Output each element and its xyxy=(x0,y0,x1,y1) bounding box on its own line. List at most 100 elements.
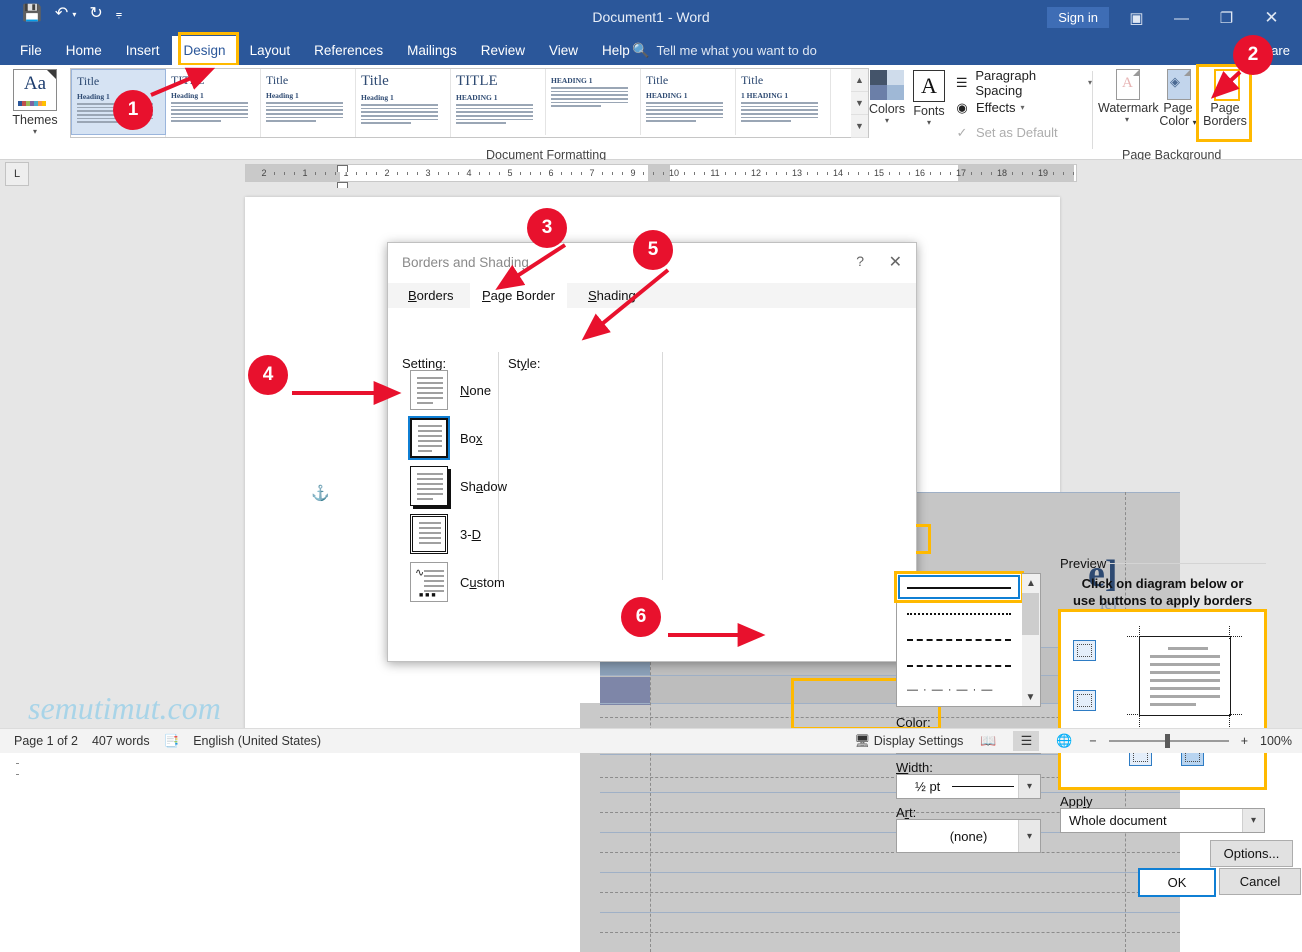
setting-3d-label: 3-D xyxy=(460,526,481,542)
maximize-button[interactable]: ❐ xyxy=(1204,4,1249,32)
word-count[interactable]: 407 words xyxy=(92,734,150,748)
tell-me-search[interactable]: 🔍 Tell me what you want to do xyxy=(632,36,817,65)
setting-option-shadow[interactable]: Shadow xyxy=(410,466,507,506)
dialog-tab-shading[interactable]: Shading xyxy=(576,283,648,308)
colors-dropdown-icon[interactable]: ▾ xyxy=(865,116,909,125)
page-color-button[interactable]: ◈ Page Color ▾ xyxy=(1156,67,1200,129)
horizontal-ruler[interactable]: 2 1 1 2 3 4 5 6 7 9 10 11 12 13 14 15 16 17 18 19 xyxy=(245,164,1077,182)
style-scroll-down-icon[interactable]: ▼ xyxy=(1022,688,1039,706)
width-dropdown-icon[interactable]: ▾ xyxy=(1018,775,1040,798)
style-set-item[interactable]: TitleHeading 1 xyxy=(166,135,261,137)
style-set-item[interactable]: Title 1 HEADING 1 xyxy=(736,69,831,135)
zoom-out-button[interactable]: − xyxy=(1089,734,1096,748)
watermark-dropdown-icon[interactable]: ▾ xyxy=(1098,115,1156,124)
fonts-dropdown-icon[interactable]: ▾ xyxy=(909,118,949,127)
style-set-item[interactable]: Title HEADING 1 xyxy=(641,69,736,135)
page-borders-button[interactable]: Page Borders xyxy=(1200,67,1250,128)
width-preview-line xyxy=(952,786,1015,787)
ruler-tick-label: 12 xyxy=(750,168,762,178)
page-indicator[interactable]: Page 1 of 2 xyxy=(14,734,78,748)
options-button[interactable]: Options... xyxy=(1210,840,1293,867)
apply-to-dropdown-icon[interactable]: ▾ xyxy=(1242,809,1264,832)
window-controls: ▣ — ❐ ✕ xyxy=(1114,4,1294,32)
anchor-icon: ⚓ xyxy=(311,485,330,502)
style-option-dash-dot[interactable]: — · — · — · — xyxy=(897,678,1023,704)
display-settings-button[interactable]: 🖥 Display Settings xyxy=(854,734,963,749)
style-set-item[interactable]: TITLEHEADING 1 xyxy=(451,69,546,135)
setting-shadow-label: Shadow xyxy=(460,478,507,494)
ribbon-tab-design[interactable]: Design xyxy=(171,36,238,65)
close-button[interactable]: ✕ xyxy=(1249,4,1294,32)
apply-to-combo[interactable]: Whole document ▾ xyxy=(1060,808,1265,833)
read-mode-icon[interactable]: 📖 xyxy=(975,731,1001,751)
word-application-window: 💾 ↶ ▾ ↻ ⩦ Document1 - Word Sign in ▣ — ❐… xyxy=(0,0,1302,952)
setting-option-custom[interactable]: ∿ ■ ■ ■ Custom xyxy=(410,562,505,602)
style-set-gallery[interactable]: Title Heading 1 TITLE Heading 1 Title Heading… xyxy=(70,68,852,138)
themes-dropdown-icon[interactable]: ▾ xyxy=(4,127,66,136)
theme-colors-button[interactable]: Colors ▾ xyxy=(865,67,909,125)
tab-stop-selector[interactable]: L xyxy=(5,162,29,186)
dialog-help-icon[interactable]: ? xyxy=(856,253,864,269)
style-option-dashed-medium[interactable] xyxy=(897,652,1023,678)
setting-box-label: Box xyxy=(460,430,483,446)
themes-button[interactable]: Aa Themes ▾ xyxy=(4,67,66,136)
style-scroll-thumb[interactable] xyxy=(1022,593,1039,635)
preview-bottom-border-button[interactable] xyxy=(1073,690,1096,711)
style-option-dotted[interactable] xyxy=(897,600,1023,626)
style-set-item[interactable]: TitleHeading 1 xyxy=(71,135,166,137)
ok-button[interactable]: OK xyxy=(1138,868,1216,897)
ribbon-tab-layout[interactable]: Layout xyxy=(238,36,303,65)
first-line-indent-marker[interactable] xyxy=(337,165,348,172)
ribbon: Aa Themes ▾ Title Heading 1 TITLE Heading 1… xyxy=(0,65,1302,214)
watermark-button[interactable]: A Watermark ▾ xyxy=(1098,67,1159,124)
width-label: Width: xyxy=(896,760,933,775)
art-combo[interactable]: (none) ▾ xyxy=(896,819,1041,853)
ribbon-tab-insert[interactable]: Insert xyxy=(114,36,172,65)
style-scroll-up-icon[interactable]: ▲ xyxy=(1022,574,1040,592)
ribbon-tab-view[interactable]: View xyxy=(537,36,590,65)
language-indicator[interactable]: English (United States) xyxy=(193,734,321,748)
paragraph-spacing-button[interactable]: ☰ Paragraph Spacing ▾ xyxy=(952,68,1092,98)
set-as-default-button[interactable]: ✓ Set as Default xyxy=(952,120,1092,145)
style-set-item[interactable]: TITLEHEADING 1 xyxy=(356,135,451,137)
ribbon-tab-home[interactable]: Home xyxy=(54,36,114,65)
borders-and-shading-dialog: Borders and Shading ? ✕ Borders Page Bor… xyxy=(387,242,1301,897)
art-label: Art: xyxy=(896,805,917,820)
dialog-tab-page-border[interactable]: Page Border xyxy=(470,283,567,309)
web-layout-icon[interactable]: 🌐 xyxy=(1051,731,1077,751)
print-layout-icon[interactable]: ☰ xyxy=(1013,731,1040,751)
style-set-item[interactable]: HEADING 1 xyxy=(546,69,641,135)
dialog-close-icon[interactable]: ✕ xyxy=(889,252,902,272)
preview-diagram[interactable] xyxy=(1060,611,1267,790)
ribbon-tab-references[interactable]: References xyxy=(302,36,395,65)
zoom-level[interactable]: 100% xyxy=(1260,734,1292,748)
ribbon-tab-file[interactable]: File xyxy=(8,36,54,65)
minimize-button[interactable]: — xyxy=(1159,4,1204,32)
zoom-in-button[interactable]: + xyxy=(1241,734,1248,748)
style-option-dashed-short[interactable] xyxy=(897,626,1023,652)
dialog-tab-borders[interactable]: Borders xyxy=(396,283,466,308)
style-list-scrollbar[interactable]: ▲ ▼ xyxy=(1022,573,1041,707)
proofing-icon[interactable]: 📑 xyxy=(164,734,180,749)
ribbon-tab-review[interactable]: Review xyxy=(469,36,537,65)
style-set-item[interactable]: TitleHeading 1 xyxy=(261,69,356,135)
zoom-slider-thumb[interactable] xyxy=(1164,734,1170,748)
theme-fonts-button[interactable]: A Fonts ▾ xyxy=(909,67,949,127)
setting-option-none[interactable]: None xyxy=(410,370,491,410)
zoom-slider[interactable] xyxy=(1108,734,1229,748)
style-set-item[interactable]: TITLEHeading 1 xyxy=(261,135,356,137)
sign-in-button[interactable]: Sign in xyxy=(1047,7,1109,28)
preview-top-border-button[interactable] xyxy=(1073,640,1096,661)
style-set-item[interactable]: TitleHeading 1 xyxy=(356,69,451,135)
cancel-button[interactable]: Cancel xyxy=(1219,868,1301,895)
preview-page-rect[interactable] xyxy=(1139,636,1231,716)
effects-dropdown-icon[interactable]: ▾ xyxy=(1021,103,1025,112)
options-label: Options... xyxy=(1223,846,1280,861)
effects-button[interactable]: ◉ Effects ▾ xyxy=(952,95,1092,120)
art-dropdown-icon[interactable]: ▾ xyxy=(1018,820,1040,852)
ribbon-tab-mailings[interactable]: Mailings xyxy=(395,36,469,65)
style-set-item[interactable]: TITLEHeading 1 xyxy=(166,69,261,135)
ribbon-display-options-icon[interactable]: ▣ xyxy=(1114,4,1159,32)
setting-option-3d[interactable]: 3-D xyxy=(410,514,481,554)
width-combo[interactable]: ½ pt ▾ xyxy=(896,774,1041,799)
